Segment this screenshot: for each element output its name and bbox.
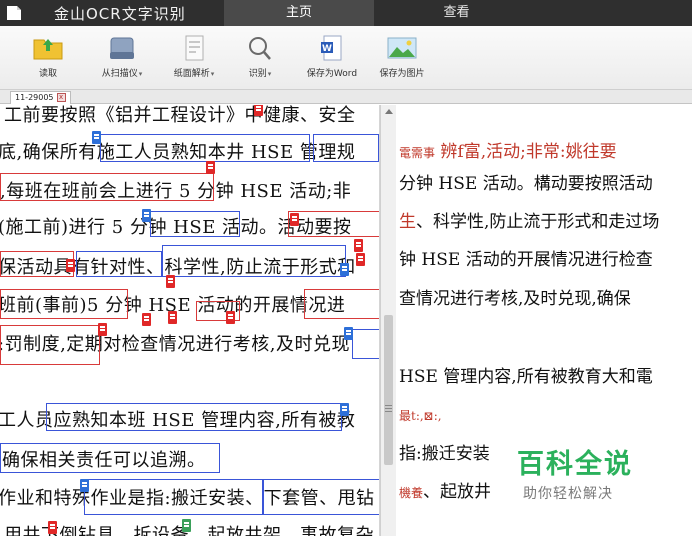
save-as-word-label: 保存为Word [306,69,358,79]
ocr-marker-icon[interactable] [290,213,299,226]
ocr-marker-icon[interactable] [206,161,215,174]
svg-text:W: W [322,44,332,54]
ocr-marker-icon[interactable] [48,521,57,534]
read-button[interactable]: 读取 [26,34,70,88]
document-tab-label: 11-29005 [15,93,54,102]
page-analyze-icon [185,35,204,61]
ocr-marker-icon[interactable] [182,519,191,532]
watermark-subtitle: 助你轻松解决 [523,486,613,502]
ocr-marker-icon[interactable] [92,131,101,144]
recognize-button[interactable]: 识别▾ [240,34,280,88]
text-line: 指:搬迁安装 [399,444,490,464]
doc-line: 作业和特殊作业是指:搬迁安装、下套管、甩钻 [0,488,375,509]
text-line: 钟 HSE 活动的开展情况进行检查 [399,250,653,270]
ocr-marker-icon[interactable] [166,275,175,288]
app-logo-icon [7,6,21,20]
tab-home[interactable]: 主页 [224,0,374,26]
doc-line: 确保相关责任可以追溯。 [2,450,206,471]
ocr-marker-icon[interactable] [142,313,151,326]
text-line: 生、科学性,防止流于形式和走过场 [399,212,660,232]
ocr-marker-icon[interactable] [168,311,177,324]
text-line: HSE 管理内容,所有被教育大和電 [399,367,653,387]
read-label: 读取 [38,69,57,79]
title-bar: 金山OCR文字识别 主页 查看 [0,0,692,26]
app-window: 金山OCR文字识别 主页 查看 读取 从扫描仪▾ 纸面解析▾ 识别▾ W 保存为… [0,0,692,536]
ocr-marker-icon[interactable] [340,263,349,276]
text-line: 機養、起放井 [399,482,492,502]
text-line: 分钟 HSE 活动。構动要按照活动 [399,174,653,194]
word-doc-icon: W [321,35,342,61]
ocr-marker-icon[interactable] [254,105,263,116]
document-tab-strip: 11-29005 x [0,90,692,104]
ocr-marker-icon[interactable] [354,239,363,252]
scrollbar-thumb[interactable] [384,315,393,465]
doc-line: 保活动具有针对性、科学性,防止流于形式和 [0,257,356,278]
ocr-marker-icon[interactable] [340,403,349,416]
vertical-scrollbar[interactable] [380,105,396,536]
watermark: 百科全说 助你轻松解决 [493,428,665,512]
image-icon [387,37,417,59]
folder-open-icon [33,39,63,60]
ocr-marker-icon[interactable] [344,327,353,340]
image-view-pane[interactable]: 工前要按照《铝并工程设计》中健康、安全 底,确保所有施工人员熟知本井 HSE 管… [0,105,380,536]
recognize-dropdown-icon: ▾ [267,70,272,78]
watermark-title: 百科全说 [517,449,633,480]
tab-view[interactable]: 查看 [384,0,529,26]
ocr-marker-icon[interactable] [98,323,107,336]
ocr-marker-icon[interactable] [80,479,89,492]
save-as-image-label: 保存为图片 [379,69,425,79]
ribbon-toolbar: 读取 从扫描仪▾ 纸面解析▾ 识别▾ W 保存为Word 保存为图片 [0,26,692,90]
doc-line: :罚制度,定期对检查情况进行考核,及时兑现 [0,334,351,355]
save-as-image-button[interactable]: 保存为图片 [374,34,430,88]
recognize-label: 识别 [248,69,267,79]
magnifier-icon [249,37,271,60]
scrollbar-grip-icon [385,405,392,406]
page-analyze-button[interactable]: 纸面解析▾ [166,34,222,88]
page-analyze-label: 纸面解析 [173,69,210,79]
doc-line: 工前要按照《铝并工程设计》中健康、安全 [4,105,356,126]
ocr-marker-icon[interactable] [226,311,235,324]
save-as-word-button[interactable]: W 保存为Word [300,34,364,88]
app-title: 金山OCR文字识别 [54,5,186,23]
text-line: 電需事 辨f富,活动;非常:姚往要 [399,142,617,162]
ocr-region-box[interactable] [352,329,379,359]
doc-line: 工人员应熟知本班 HSE 管理内容,所有被教 [0,410,356,431]
ocr-marker-icon[interactable] [356,253,365,266]
page-analyze-dropdown-icon: ▾ [210,70,215,78]
document-tab[interactable]: 11-29005 x [10,91,71,104]
text-line: 查情况进行考核,及时兑现,确保 [399,289,631,309]
doc-line: 底,确保所有施工人员熟知本井 HSE 管理规 [0,142,356,163]
scroll-up-icon[interactable] [385,109,393,114]
scanner-button[interactable]: 从扫描仪▾ [94,34,150,88]
scanner-icon [110,37,134,59]
doc-line: ,每班在班前会上进行 5 分钟 HSE 活动;非 [0,181,352,202]
ocr-marker-icon[interactable] [66,259,75,272]
text-line: 最t:,⊠:, [399,409,442,423]
scanner-label: 从扫描仪 [101,69,138,79]
scanner-dropdown-icon: ▾ [138,70,143,78]
close-tab-icon[interactable]: x [56,93,66,102]
ocr-marker-icon[interactable] [142,209,151,222]
